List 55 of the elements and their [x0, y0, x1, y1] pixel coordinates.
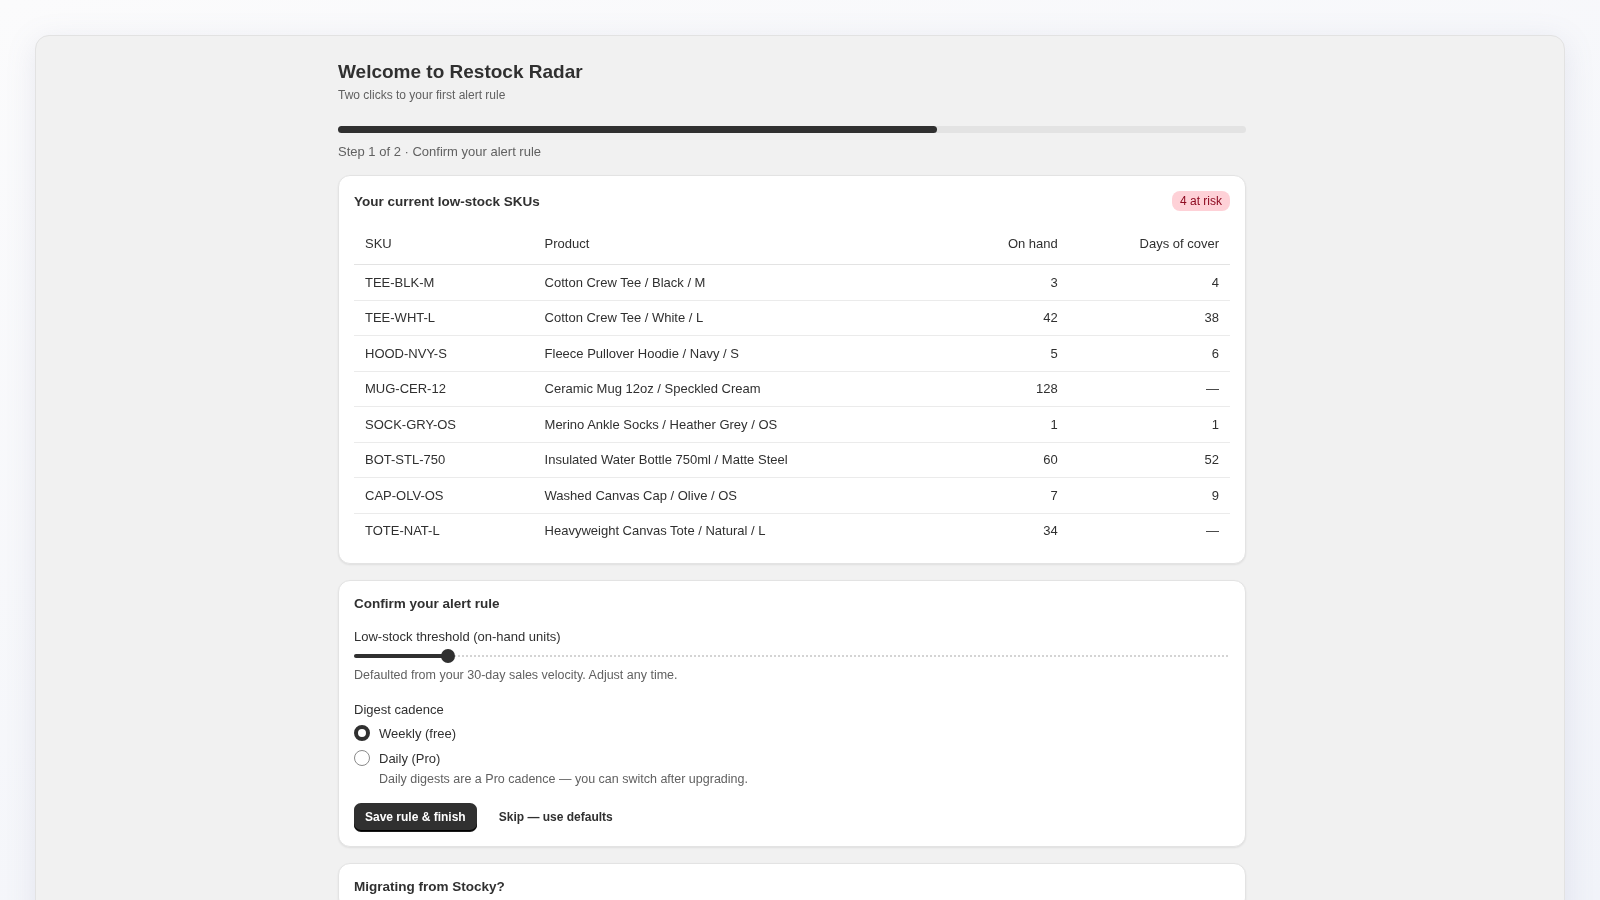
- cadence-label: Digest cadence: [354, 702, 445, 717]
- page-subtitle: Two clicks to your first alert rule: [338, 88, 507, 102]
- days-cell: 9: [1068, 477, 1230, 513]
- page-title: Welcome to Restock Radar: [338, 61, 584, 83]
- product-cell: Insulated Water Bottle 750ml / Matte Steel: [533, 442, 955, 478]
- radio-label: Daily (Pro): [379, 750, 441, 766]
- product-cell: Merino Ankle Socks / Heather Grey / OS: [533, 406, 955, 442]
- days-cell: 38: [1068, 300, 1230, 336]
- product-cell: Cotton Crew Tee / Black / M: [533, 264, 955, 300]
- on-hand-cell: 3: [954, 264, 1069, 300]
- on-hand-cell: 7: [954, 477, 1069, 513]
- option-note: Daily digests are a Pro cadence — you can switch after upgrading.: [379, 772, 749, 786]
- skip-link[interactable]: Skip — use defaults: [498, 810, 613, 824]
- on-hand-cell: 60: [954, 442, 1069, 478]
- sku-cell: CAP-OLV-OS: [354, 477, 534, 513]
- on-hand-cell: 1: [954, 406, 1069, 442]
- column-header: Product: [533, 223, 955, 265]
- slider-hint: Defaulted from your 30-day sales velocity. Adjust any time.: [354, 668, 679, 682]
- on-hand-cell: 128: [954, 371, 1069, 407]
- radio-button[interactable]: [354, 725, 370, 741]
- slider-thumb[interactable]: [440, 649, 455, 663]
- step-caption: Step 1 of 2 · Confirm your alert rule: [338, 144, 543, 159]
- product-cell: Washed Canvas Cap / Olive / OS: [533, 477, 955, 513]
- sku-cell: TEE-BLK-M: [354, 264, 534, 300]
- sku-cell: TOTE-NAT-L: [354, 513, 534, 548]
- days-cell: 6: [1068, 335, 1230, 371]
- days-cell: 1: [1068, 406, 1230, 442]
- product-cell: Cotton Crew Tee / White / L: [533, 300, 955, 336]
- sku-cell: BOT-STL-750: [354, 442, 534, 478]
- save-button[interactable]: Save rule & finish: [354, 803, 477, 831]
- sku-cell: SOCK-GRY-OS: [354, 406, 534, 442]
- sku-cell: TEE-WHT-L: [354, 300, 534, 336]
- slider-label: Low-stock threshold (on-hand units): [354, 629, 562, 644]
- on-hand-cell: 42: [954, 300, 1069, 336]
- column-header: SKU: [354, 223, 534, 265]
- product-cell: Ceramic Mug 12oz / Speckled Cream: [533, 371, 955, 407]
- sku-cell: HOOD-NVY-S: [354, 335, 534, 371]
- product-cell: Heavyweight Canvas Tote / Natural / L: [533, 513, 955, 548]
- card-title: Confirm your alert rule: [354, 596, 501, 611]
- sku-cell: MUG-CER-12: [354, 371, 534, 407]
- on-hand-cell: 5: [954, 335, 1069, 371]
- threshold-slider[interactable]: [354, 648, 1230, 664]
- card-title: Your current low-stock SKUs: [354, 193, 540, 209]
- radio-button[interactable]: [354, 750, 370, 766]
- column-header: On hand: [954, 223, 1069, 265]
- days-cell: —: [1068, 513, 1230, 548]
- days-cell: 52: [1068, 442, 1230, 478]
- card-title: Migrating from Stocky?: [354, 879, 506, 894]
- column-header: Days of cover: [1068, 223, 1230, 265]
- on-hand-cell: 34: [954, 513, 1069, 548]
- days-cell: 4: [1068, 264, 1230, 300]
- risk-badge: 4 at risk: [1172, 191, 1230, 211]
- days-cell: —: [1068, 371, 1230, 407]
- product-cell: Fleece Pullover Hoodie / Navy / S: [533, 335, 955, 371]
- radio-label: Weekly (free): [379, 725, 457, 741]
